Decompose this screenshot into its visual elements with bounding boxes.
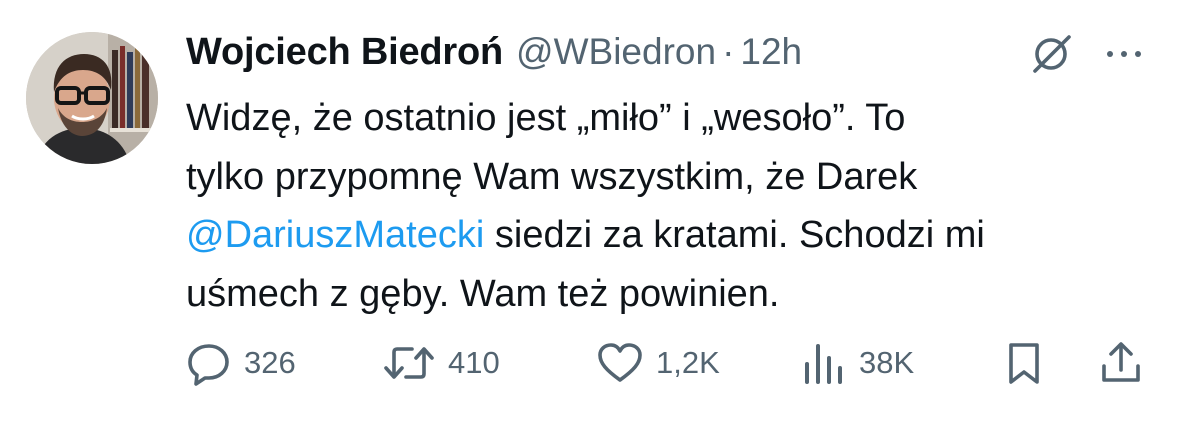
author-name[interactable]: Wojciech Biedroń [186, 31, 503, 74]
reply-icon [188, 344, 229, 386]
tweet-text-fragment: siedzi za kratami. Schodzi mi [484, 214, 985, 256]
repost-icon [384, 347, 434, 379]
tweet-text-line: Widzę, że ostatnio jest „miło” i „wesoło… [186, 97, 906, 139]
reply-button[interactable]: 326 [186, 337, 296, 389]
repost-button[interactable]: 410 [382, 337, 500, 389]
views-count: 38K [859, 345, 915, 380]
views-icon [805, 344, 842, 384]
like-icon [598, 343, 642, 382]
separator-dot: · [722, 31, 735, 72]
bookmark-button[interactable] [1004, 337, 1044, 389]
share-button[interactable] [1098, 337, 1144, 389]
tweet-text-line: @DariuszMatecki siedzi za kratami. Schod… [186, 206, 1146, 265]
like-button[interactable]: 1,2K [596, 337, 720, 389]
bookmark-icon [1009, 343, 1039, 384]
tweet-header: Wojciech Biedroń @WBiedron · 12h [186, 26, 802, 78]
repost-count: 410 [448, 345, 500, 380]
avatar-image [26, 32, 158, 164]
tweet-text: Widzę, że ostatnio jest „miło” i „wesoło… [186, 89, 1146, 323]
tweet-timestamp[interactable]: 12h [740, 31, 802, 73]
author-handle[interactable]: @WBiedron [516, 31, 716, 73]
mention-link[interactable]: @DariuszMatecki [186, 214, 484, 256]
tweet-text-line: tylko przypomnę Wam wszystkim, że Darek [186, 155, 918, 198]
tweet-actions: 326 410 1,2K 38K [186, 337, 1156, 389]
grok-icon[interactable] [1027, 30, 1075, 78]
views-button[interactable]: 38K [801, 337, 914, 389]
share-icon [1102, 342, 1140, 382]
tweet-text-line: uśmech z gęby. Wam też powinien. [186, 272, 780, 315]
like-count: 1,2K [656, 345, 720, 380]
reply-count: 326 [244, 345, 296, 380]
avatar[interactable] [26, 32, 158, 164]
more-options-icon[interactable] [1100, 30, 1148, 78]
